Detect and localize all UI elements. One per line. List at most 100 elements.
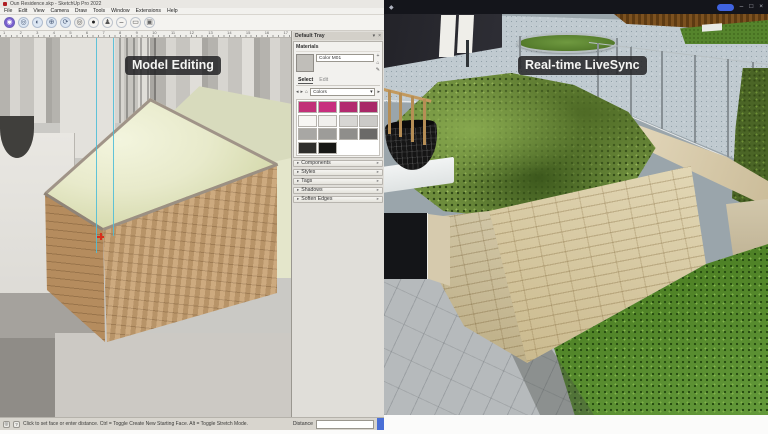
line-tool-icon[interactable]: – [116, 17, 127, 28]
tray-section-styles[interactable]: Styles [293, 169, 383, 177]
deck-post [466, 40, 469, 67]
sample-paint-icon[interactable]: ✎ [376, 68, 380, 73]
material-preview-thumbnail[interactable] [296, 54, 314, 72]
menu-item-view[interactable]: View [33, 8, 44, 14]
railing-post [661, 51, 663, 129]
titlebar: Oun Residence.skp - SketchUp Pro 2022 [0, 0, 384, 8]
back-icon[interactable]: ◂ [296, 90, 299, 95]
menu-item-tools[interactable]: Tools [93, 8, 105, 14]
help-icon[interactable]: ? [13, 421, 20, 428]
render-titlebar: ◆ – □ × [384, 0, 768, 14]
color-swatch[interactable] [339, 115, 358, 127]
color-swatch[interactable] [359, 115, 378, 127]
tray-section-components[interactable]: Components [293, 160, 383, 168]
ruler-number-14: 14 [227, 31, 231, 35]
menu-item-edit[interactable]: Edit [18, 8, 27, 14]
color-swatch[interactable] [339, 101, 358, 113]
menu-item-extensions[interactable]: Extensions [136, 8, 161, 14]
style-dot-icon[interactable]: ● [88, 17, 99, 28]
close-icon[interactable]: × [759, 4, 763, 11]
sync-status-badge[interactable] [717, 4, 734, 11]
orbit-sphere-icon[interactable]: ◉ [4, 17, 15, 28]
collection-dropdown[interactable]: Colors ▾ [310, 88, 375, 96]
create-material-icon[interactable]: + [376, 54, 379, 59]
railing-post [694, 55, 696, 143]
ruler-number-15: 15 [246, 31, 250, 35]
tray-collapsed-sections: ComponentsStylesTagsShadowsSoften Edges [293, 160, 383, 204]
menu-item-file[interactable]: File [4, 8, 12, 14]
camera-icon[interactable]: ◐ [32, 17, 43, 28]
pushpull-cursor-marker [97, 233, 104, 240]
details-arrow-icon[interactable]: ▸ [377, 90, 380, 95]
ruler-number-1: 1 [3, 31, 5, 35]
rectangle-tool-icon[interactable]: ▭ [130, 17, 141, 28]
material-name-field[interactable]: Color M01 [316, 54, 374, 62]
light-floor [55, 333, 291, 417]
sketchup-3d-viewport[interactable] [0, 38, 291, 417]
app-icon [3, 2, 7, 6]
distance-label: Distance [293, 421, 313, 427]
section-plane-icon[interactable]: ▣ [144, 17, 155, 28]
menu-item-window[interactable]: Window [111, 8, 129, 14]
walk-person-icon[interactable]: ♟ [102, 17, 113, 28]
ruler-number-16: 16 [265, 31, 269, 35]
color-swatch[interactable] [298, 101, 317, 113]
color-swatch[interactable] [359, 101, 378, 113]
in-model-icon[interactable]: ⌂ [305, 90, 308, 95]
menu-item-help[interactable]: Help [167, 8, 178, 14]
default-tray-panel: Default Tray ▾ × Materials Color M01 +⌂✎… [291, 31, 384, 417]
color-swatch [339, 142, 358, 154]
ruler-number-12: 12 [190, 31, 194, 35]
geolocation-icon[interactable]: ◎ [3, 421, 10, 428]
color-swatch[interactable] [298, 128, 317, 140]
status-accent-bar [377, 418, 384, 431]
ruler-number-2: 2 [20, 31, 22, 35]
tab-edit[interactable]: Edit [319, 77, 328, 84]
forward-icon[interactable]: ▸ [301, 90, 304, 95]
orbit-icon[interactable]: ⟳ [60, 17, 71, 28]
livesync-label: Real-time LiveSync [518, 56, 647, 75]
horizontal-ruler: 1234567891011121314151617 [0, 31, 291, 38]
color-swatch[interactable] [318, 128, 337, 140]
window-bottom-strip [384, 415, 768, 434]
color-swatch[interactable] [318, 101, 337, 113]
ruler-number-3: 3 [36, 31, 38, 35]
railing-post [727, 59, 729, 157]
minimize-icon[interactable]: – [740, 4, 744, 11]
status-hint-text: Click to set face or enter distance. Ctr… [23, 421, 290, 427]
materials-nav-row: ◂ ▸ ⌂ Colors ▾ ▸ [296, 88, 380, 96]
inference-guide-line [96, 38, 97, 253]
materials-tabs: Select Edit [296, 76, 380, 86]
status-bar: ◎ ? Click to set face or enter distance.… [0, 417, 384, 430]
material-action-icons: + ⌂ ✎ [376, 54, 380, 73]
menu-item-camera[interactable]: Camera [50, 8, 68, 14]
tray-pin-icon[interactable]: ▾ [373, 33, 376, 39]
color-swatch [359, 142, 378, 154]
default-material-icon[interactable]: ⌂ [376, 61, 379, 66]
ruler-number-7: 7 [102, 31, 104, 35]
distance-measurement-box[interactable] [316, 420, 374, 429]
materials-panel-title[interactable]: Materials [296, 43, 380, 52]
maximize-icon[interactable]: □ [749, 4, 753, 11]
tray-close-icon[interactable]: × [378, 33, 381, 39]
eraser-icon[interactable]: ◎ [18, 17, 29, 28]
render-viewport[interactable]: Real-time LiveSync [384, 14, 768, 415]
color-swatch[interactable] [298, 142, 317, 154]
color-swatch[interactable] [318, 142, 337, 154]
ruler-number-13: 13 [208, 31, 212, 35]
color-swatch[interactable] [359, 128, 378, 140]
zoom-extents-icon[interactable]: ◎ [74, 17, 85, 28]
color-swatch[interactable] [298, 115, 317, 127]
pan-icon[interactable]: ⊕ [46, 17, 57, 28]
color-swatch[interactable] [318, 115, 337, 127]
menu-bar: File Edit View Camera Draw Tools Window Extensi… [0, 8, 384, 15]
toolbar: ◉◎◐⊕⟳◎●♟–▭▣ [0, 15, 384, 31]
color-swatch-grid [296, 99, 380, 156]
color-swatch[interactable] [339, 128, 358, 140]
tray-section-soften-edges[interactable]: Soften Edges [293, 196, 383, 204]
tray-section-shadows[interactable]: Shadows [293, 187, 383, 195]
ruler-number-4: 4 [53, 31, 55, 35]
tab-select[interactable]: Select [298, 77, 313, 84]
menu-item-draw[interactable]: Draw [75, 8, 87, 14]
tray-section-tags[interactable]: Tags [293, 178, 383, 186]
